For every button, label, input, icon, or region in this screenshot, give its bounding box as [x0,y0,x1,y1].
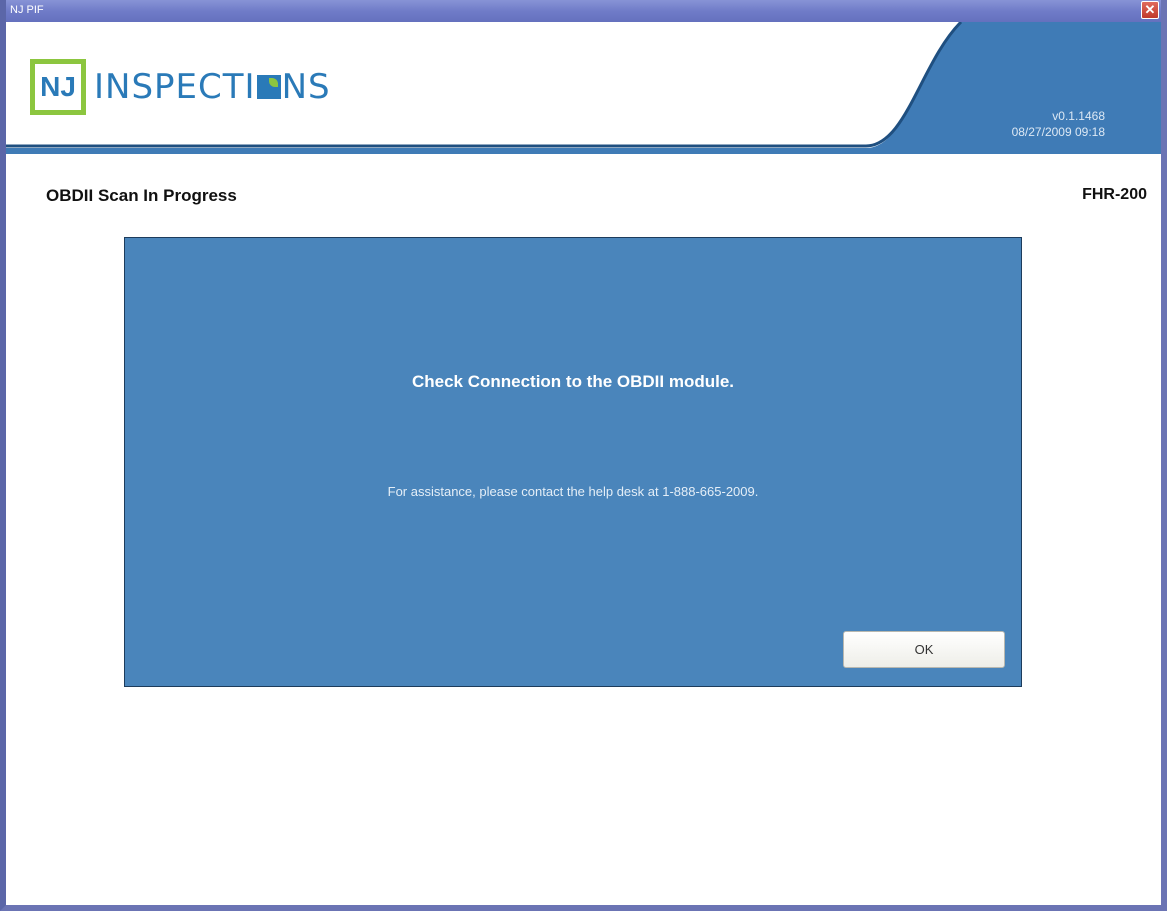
title-bar[interactable]: NJ PIF ✕ [6,0,1161,22]
nj-inspections-logo: NJ INSPECTI NS [30,52,331,122]
close-button[interactable]: ✕ [1141,1,1159,19]
app-window: NJ PIF ✕ NJ INSPECTI NS v0.1.1468 08/27/2… [0,0,1167,911]
logo-word-part-2: NS [281,67,331,107]
page-title: OBDII Scan In Progress [46,186,237,205]
dialog-help-text: For assistance, please contact the help … [387,484,759,499]
logo-nj-text: NJ [40,71,76,102]
logo-leaf-icon [256,75,281,99]
version-datetime: 08/27/2009 09:18 [1011,125,1105,139]
app-header: NJ INSPECTI NS v0.1.1468 08/27/2009 09:18 [6,22,1161,154]
version-info: v0.1.1468 08/27/2009 09:18 [1012,108,1105,140]
dialog-message: Check Connection to the OBDII module. [411,372,735,391]
message-dialog: Check Connection to the OBDII module. Fo… [124,237,1022,687]
ok-button[interactable]: OK [843,631,1005,668]
logo-nj-box: NJ [30,59,86,115]
logo-word-part-1: INSPECTI [94,67,256,107]
logo-wordmark: INSPECTI NS [94,67,331,107]
version-number: v0.1.1468 [1052,109,1105,123]
screen-code: FHR-200 [1082,186,1147,203]
window-title: NJ PIF [10,4,44,16]
